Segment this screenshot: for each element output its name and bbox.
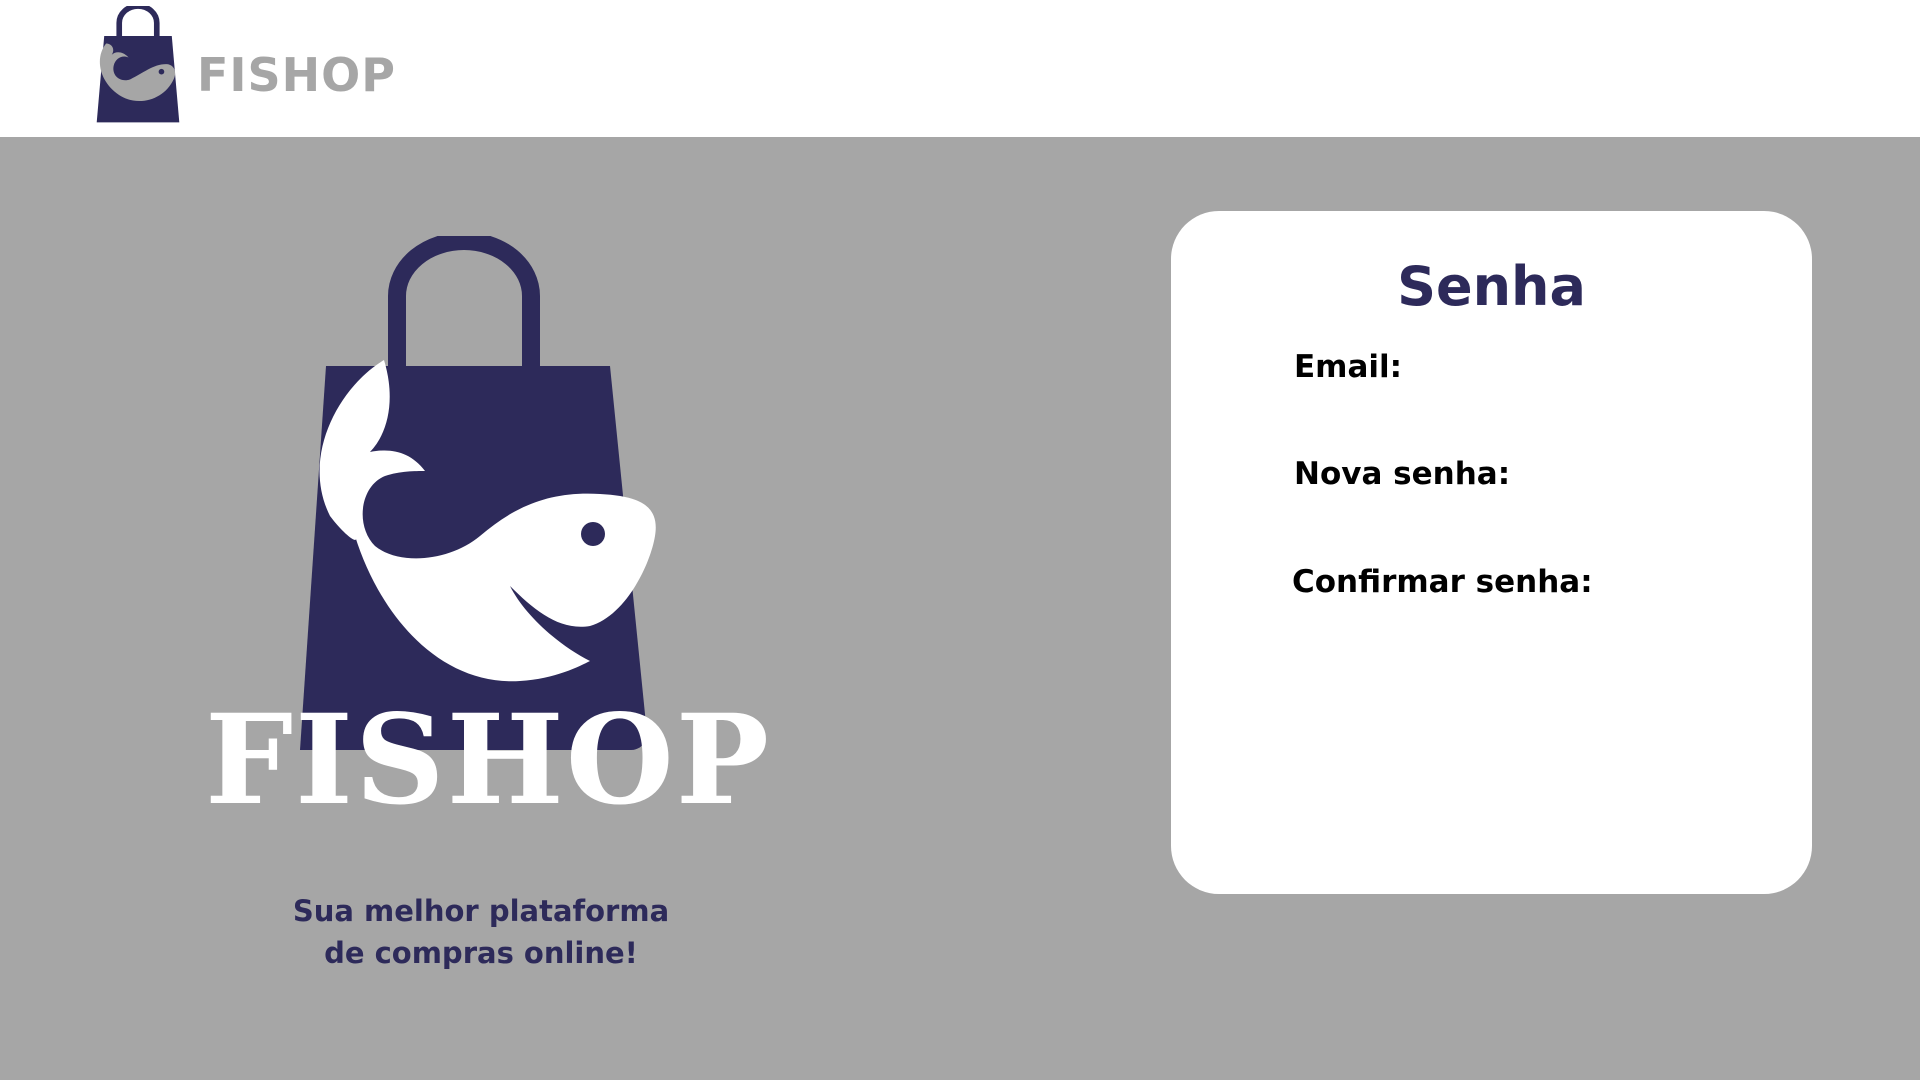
tagline-line-2: de compras online!: [324, 936, 638, 970]
confirm-password-label[interactable]: Confirmar senha:: [1292, 564, 1593, 600]
header: FISHOP: [0, 0, 1920, 137]
tagline-line-1: Sua melhor plataforma: [292, 894, 670, 928]
tagline: Sua melhor plataforma de compras online!: [221, 890, 741, 974]
password-reset-card: Senha Email: Nova senha: Confirmar senha…: [1171, 211, 1812, 894]
email-label[interactable]: Email:: [1294, 349, 1402, 385]
hero-brand-name: FISHOP: [205, 688, 772, 833]
new-password-label[interactable]: Nova senha:: [1294, 456, 1510, 492]
header-brand-name: FISHOP: [197, 48, 396, 102]
fishop-hero-bag-icon: [300, 236, 656, 750]
form-title: Senha: [1397, 255, 1586, 318]
fishop-bag-logo-icon[interactable]: [90, 6, 186, 128]
